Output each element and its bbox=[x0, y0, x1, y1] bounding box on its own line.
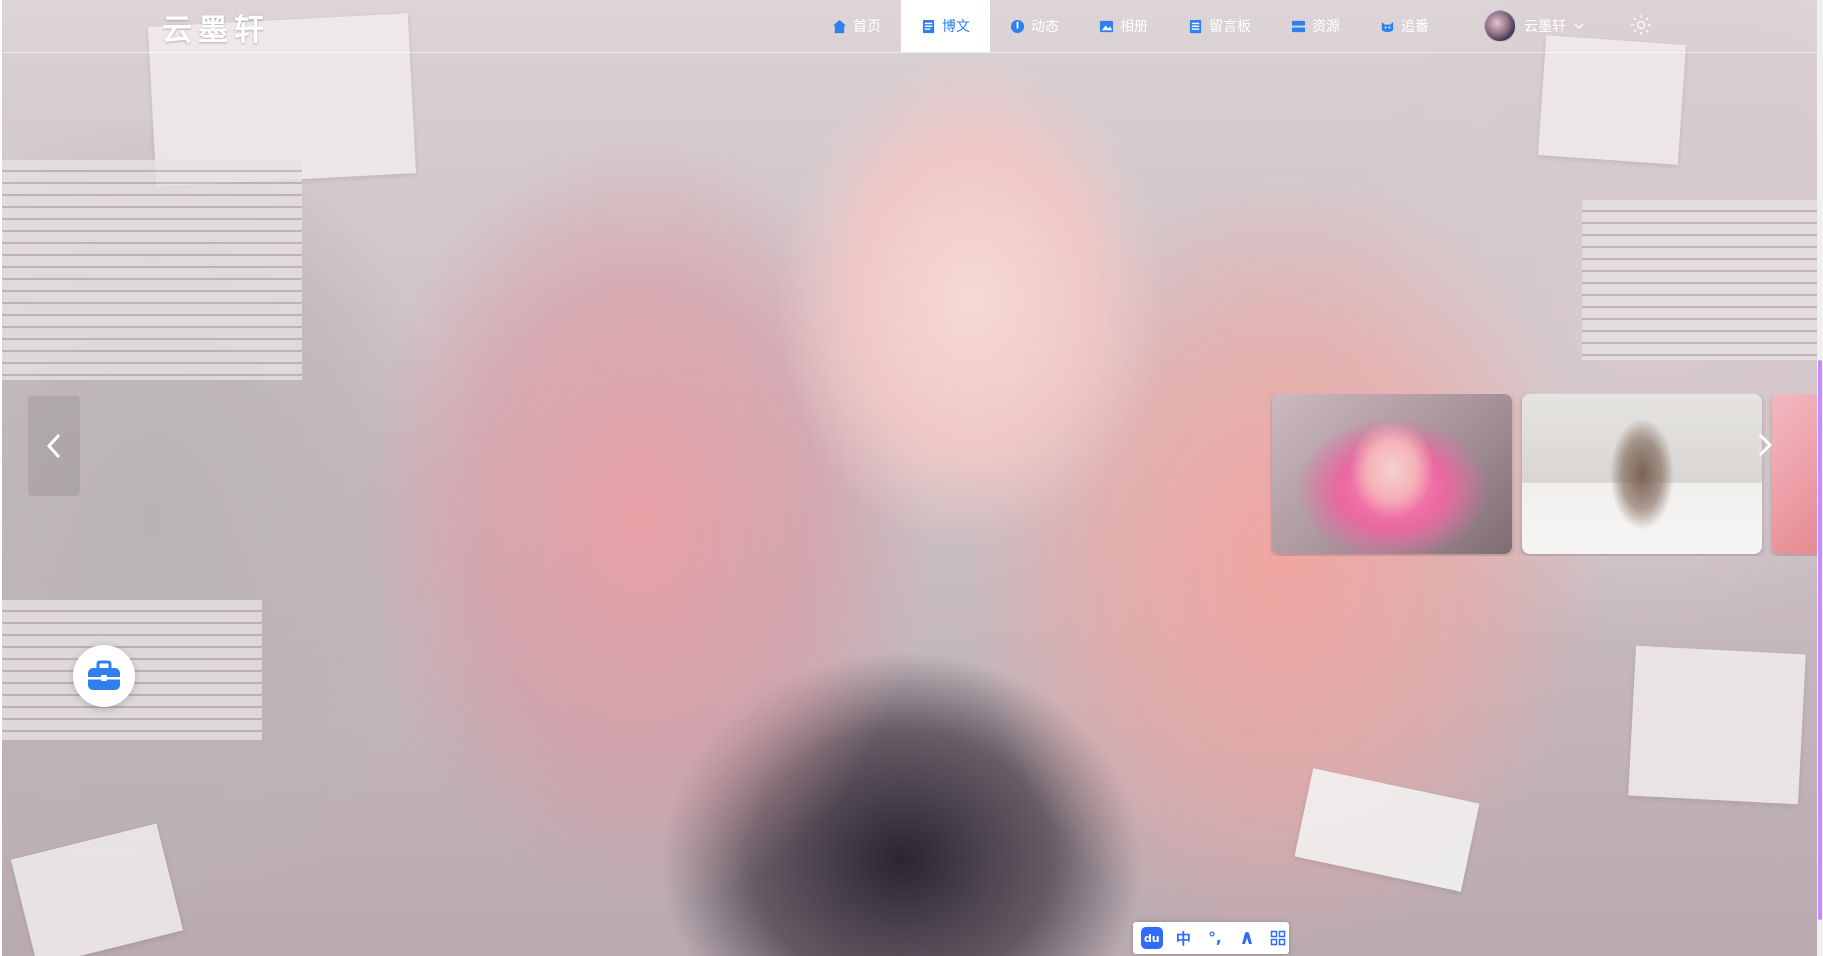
carousel-prev-button[interactable] bbox=[28, 396, 80, 496]
nav-item-resources[interactable]: 资源 bbox=[1271, 0, 1360, 52]
moments-icon bbox=[1010, 19, 1025, 33]
toolbox-icon bbox=[88, 660, 120, 690]
nav-item-album[interactable]: 相册 bbox=[1079, 0, 1168, 52]
ime-toolbar: du 中 °, bbox=[1133, 922, 1289, 954]
nav-label: 相册 bbox=[1120, 19, 1148, 35]
nav-label: 动态 bbox=[1031, 19, 1059, 35]
anime-icon bbox=[1381, 21, 1394, 32]
nav-item-message-board[interactable]: 留言板 bbox=[1168, 0, 1271, 52]
nav-label: 博文 bbox=[942, 19, 970, 35]
nav-label: 追番 bbox=[1401, 19, 1429, 35]
site-logo[interactable]: 云墨轩 bbox=[162, 5, 270, 49]
home-icon bbox=[832, 19, 847, 33]
paper-sheet bbox=[1537, 35, 1687, 165]
main-nav: 首页 博文 动态 相册 留言板 资源 追番 bbox=[812, 0, 1449, 52]
paper-sheet bbox=[1628, 645, 1806, 805]
nav-item-home[interactable]: 首页 bbox=[812, 0, 901, 52]
skin-shape bbox=[1241, 932, 1252, 944]
toolbox-button[interactable] bbox=[73, 645, 135, 707]
skin-icon[interactable] bbox=[1236, 927, 1258, 949]
user-name: 云墨轩 bbox=[1524, 19, 1566, 35]
article-icon bbox=[922, 19, 935, 33]
wristband bbox=[1294, 768, 1480, 892]
nav-label: 留言板 bbox=[1209, 19, 1251, 35]
ime-logo-icon[interactable]: du bbox=[1141, 927, 1163, 949]
paper-stack bbox=[2, 160, 302, 380]
avatar[interactable] bbox=[1484, 10, 1516, 42]
punctuation-icon[interactable]: °, bbox=[1204, 927, 1226, 949]
pink-thumbnail-partial[interactable] bbox=[1772, 394, 1817, 554]
resources-icon bbox=[1291, 20, 1306, 32]
pink-hair-girl-thumbnail[interactable] bbox=[1272, 394, 1512, 554]
grid-menu-icon[interactable] bbox=[1267, 927, 1289, 949]
grid-shape bbox=[1270, 930, 1286, 946]
carousel-next-button[interactable] bbox=[1750, 420, 1780, 470]
sun-icon[interactable] bbox=[1630, 14, 1652, 36]
paper-stack bbox=[1582, 200, 1817, 360]
top-navigation-bar: 云墨轩 首页 博文 动态 相册 留言板 资源 追番 云墨轩 bbox=[2, 0, 1817, 53]
user-menu[interactable]: 云墨轩 bbox=[1484, 10, 1584, 42]
album-icon bbox=[1099, 20, 1114, 32]
nav-item-moments[interactable]: 动态 bbox=[990, 0, 1079, 52]
scrollbar-thumb[interactable] bbox=[1818, 360, 1822, 920]
girl-sitting-room-thumbnail[interactable] bbox=[1522, 394, 1762, 554]
message-board-icon bbox=[1189, 19, 1202, 33]
nav-item-articles[interactable]: 博文 bbox=[901, 0, 990, 52]
chevron-left-icon bbox=[46, 433, 61, 459]
nav-item-anime[interactable]: 追番 bbox=[1360, 0, 1449, 52]
chevron-right-icon bbox=[1758, 433, 1773, 457]
paper-sheet bbox=[10, 823, 184, 956]
chevron-down-icon bbox=[1574, 23, 1584, 29]
page: 云墨轩 首页 博文 动态 相册 留言板 资源 追番 云墨轩 du 中 °, bbox=[2, 0, 1817, 956]
chinese-mode-icon[interactable]: 中 bbox=[1173, 927, 1195, 949]
nav-label: 首页 bbox=[853, 19, 881, 35]
nav-label: 资源 bbox=[1312, 19, 1340, 35]
carousel-thumbnails bbox=[1270, 394, 1817, 556]
